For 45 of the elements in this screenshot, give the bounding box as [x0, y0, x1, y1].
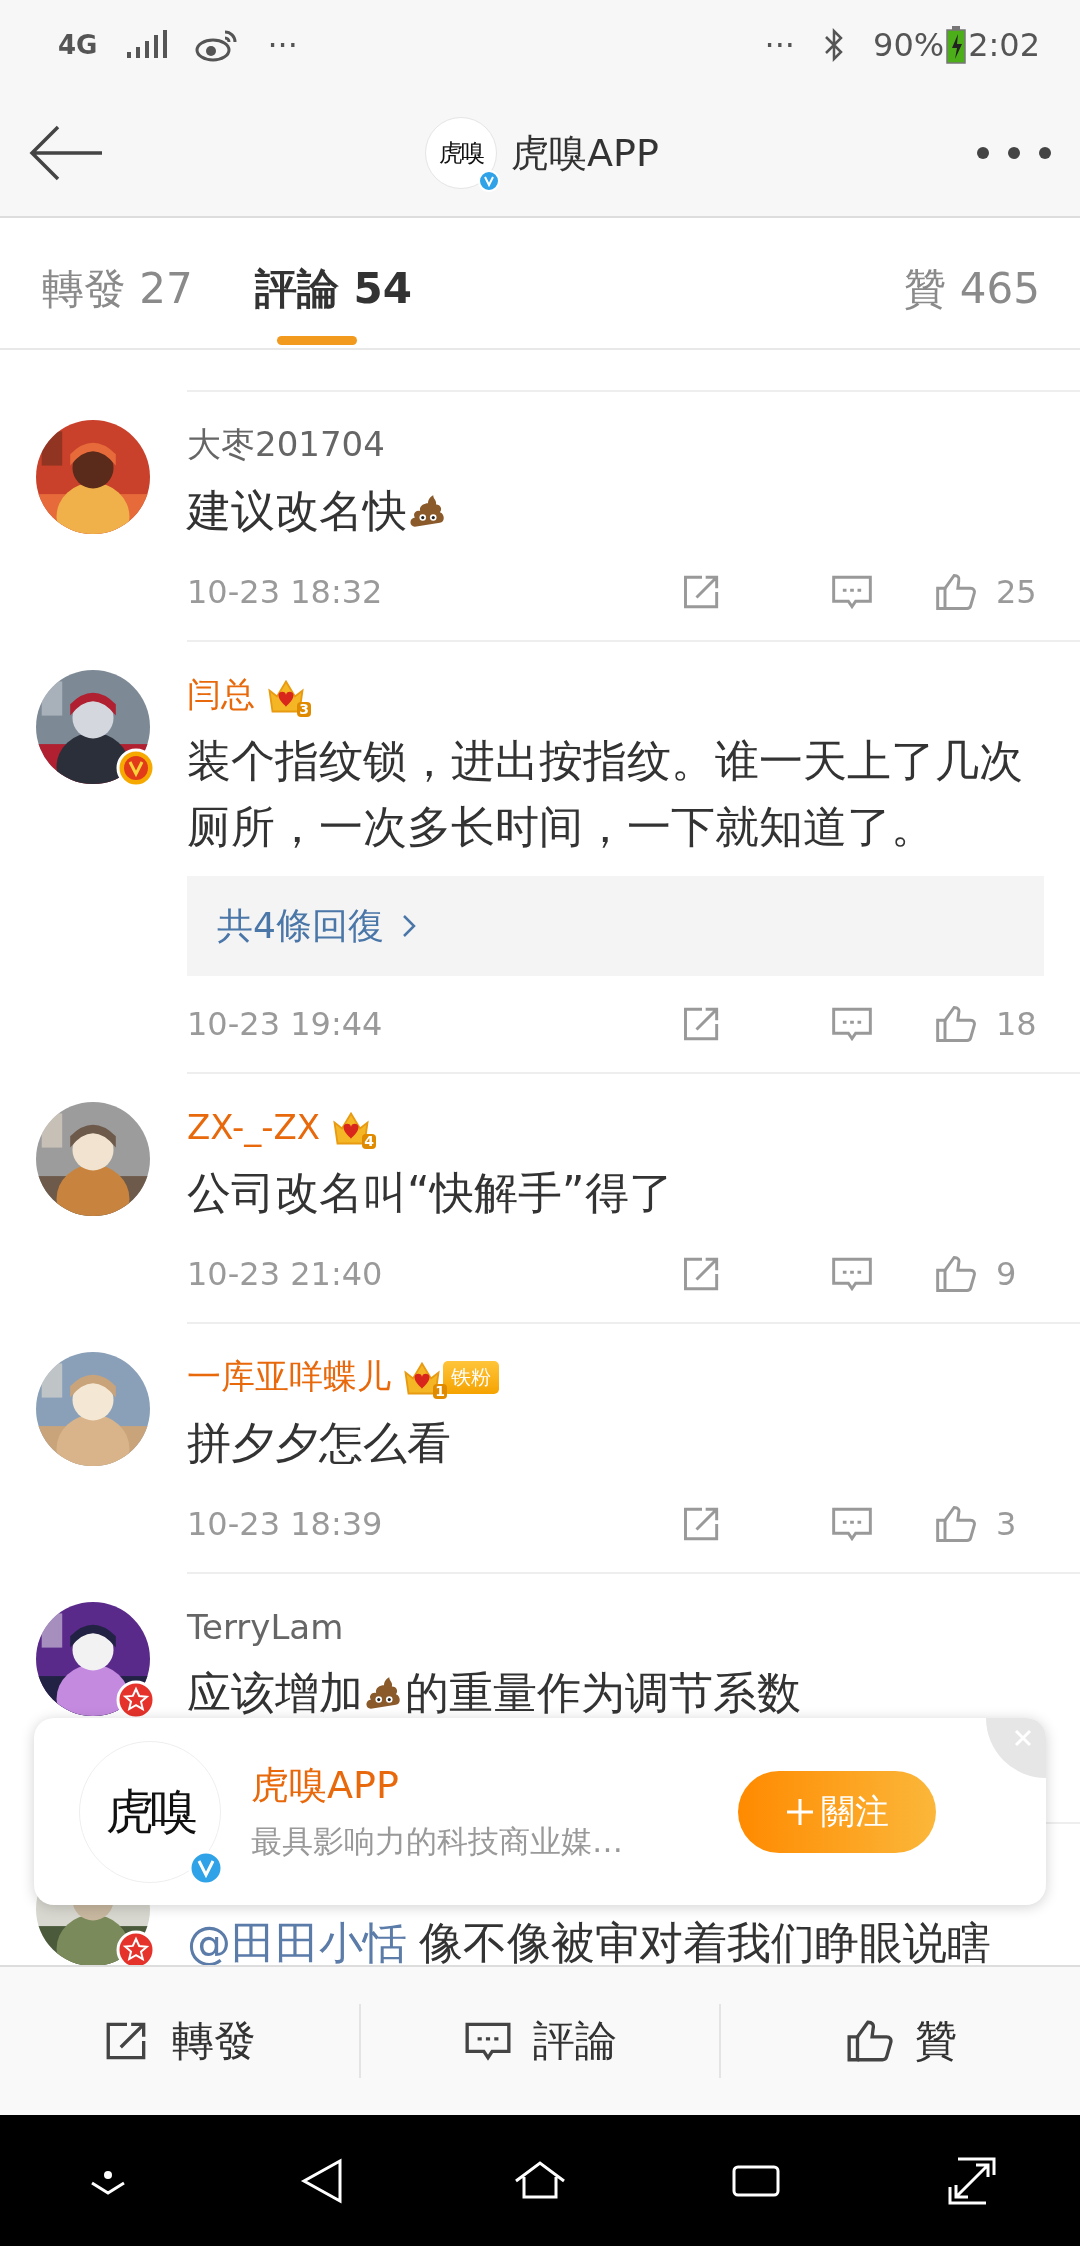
- bluetooth-icon: [823, 27, 845, 63]
- network-indicator: 4G: [58, 30, 98, 60]
- comment-text: 拼夕夕怎么看: [187, 1417, 451, 1468]
- like-count: 18: [996, 1005, 1037, 1043]
- like-count: 25: [996, 573, 1037, 611]
- user-name[interactable]: 一库亚咩蝶儿: [187, 1354, 391, 1400]
- level-number: 1: [433, 1384, 447, 1399]
- comment-text: 的重量作为调节系数: [405, 1667, 801, 1718]
- account-title: 虎嗅APP: [511, 129, 659, 177]
- comment-text: 建议改名快: [187, 485, 407, 536]
- account-description: 最具影响力的科技商业媒…: [251, 1822, 624, 1861]
- fan-badge: 铁粉: [443, 1360, 499, 1394]
- level-number: 3: [297, 702, 311, 717]
- like-count: 3: [996, 1505, 1017, 1543]
- account-logo: 虎嗅: [425, 117, 498, 189]
- tab[interactable]: 轉發 27: [42, 231, 193, 347]
- comment-time: 10-23 19:44: [187, 1005, 384, 1043]
- comment-button[interactable]: 評論: [457, 2012, 623, 2070]
- comment-time: 10-23 21:40: [187, 1255, 384, 1293]
- more-notifications: ···: [764, 26, 795, 64]
- signal-icon: [125, 30, 168, 60]
- comment-text: 公司改名叫“快解手”得了: [187, 1167, 673, 1218]
- battery-percent: 90%: [873, 26, 945, 64]
- comment-time: 10-23 18:32: [187, 573, 384, 611]
- battery-charging-icon: [946, 26, 967, 64]
- comment-text: 应该增加: [187, 1667, 363, 1718]
- clock-time: 2:02: [968, 26, 1040, 64]
- like-button[interactable]: 贊: [838, 2012, 963, 2070]
- account-title: 虎嗅APP: [251, 1762, 400, 1809]
- user-name[interactable]: 闫总: [187, 672, 255, 718]
- tab[interactable]: 評論 54: [254, 231, 412, 347]
- level-number: 4: [362, 1134, 376, 1149]
- user-name[interactable]: TerryLam: [187, 1607, 344, 1647]
- more-icon[interactable]: [976, 146, 1052, 160]
- like-count: 9: [996, 1255, 1017, 1293]
- user-name[interactable]: 大枣201704: [187, 422, 385, 468]
- repost-button[interactable]: 轉發: [96, 2012, 263, 2070]
- tab[interactable]: 贊 465: [904, 231, 1040, 347]
- comment-text: 像不像被审对着我们睁眼说瞎: [419, 1917, 991, 1965]
- user-name[interactable]: ZX-_-ZX: [187, 1107, 320, 1147]
- comment-time: 10-23 18:39: [187, 1505, 384, 1543]
- comment-text: 装个指纹锁，进出按指纹。谁一天上了几次厕所，一次多长时间，一下就知道了。: [187, 735, 1023, 852]
- more-notifications: ···: [267, 26, 298, 64]
- replies-link[interactable]: 共4條回復: [217, 901, 418, 951]
- plus-icon: [785, 1796, 815, 1827]
